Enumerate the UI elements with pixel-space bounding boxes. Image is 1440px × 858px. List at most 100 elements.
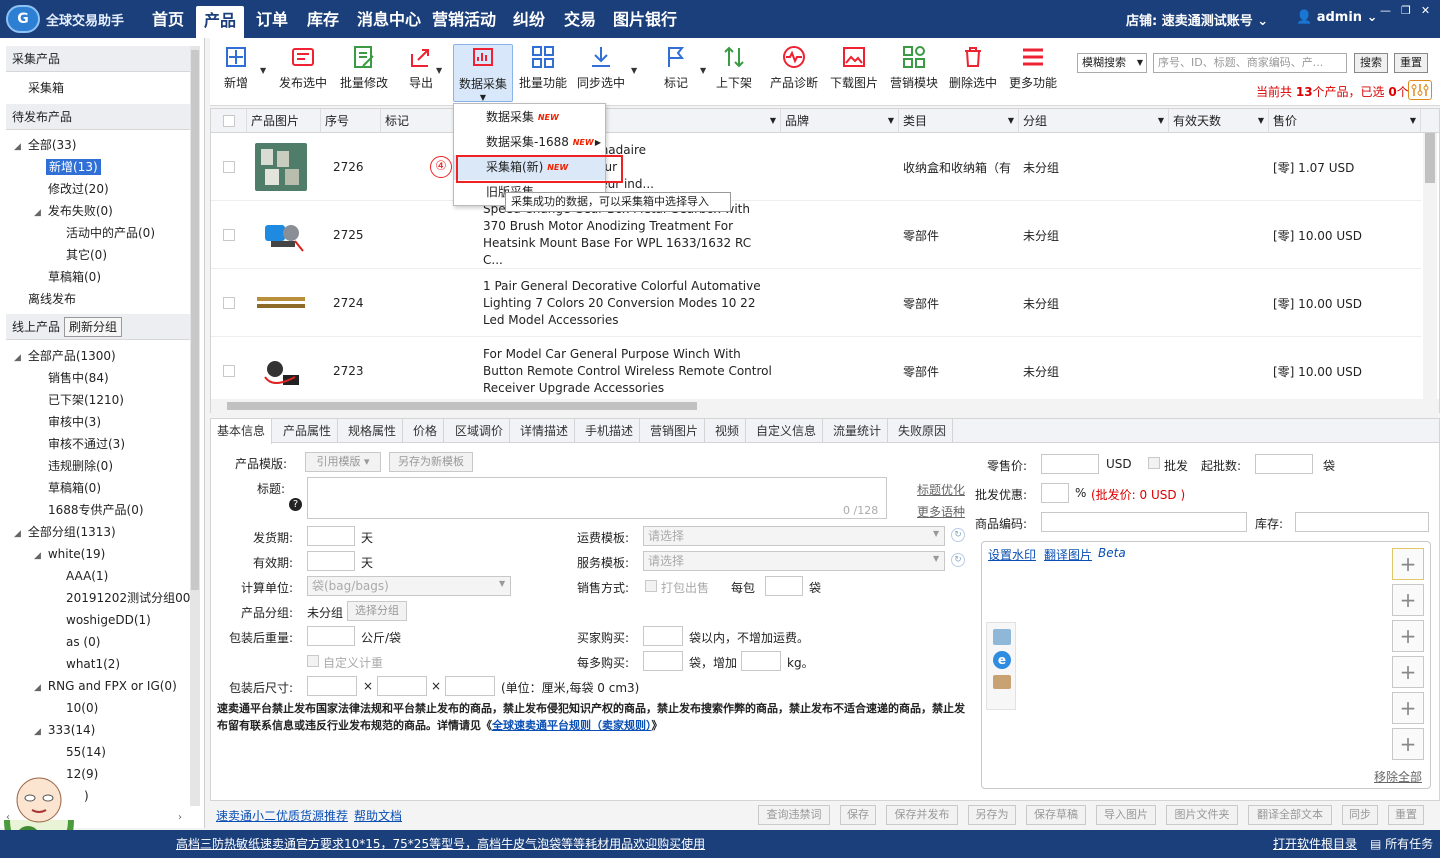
col-category[interactable]: 类目 ▼	[899, 109, 1019, 133]
tree-group-55[interactable]: 55(14)	[66, 741, 106, 763]
size-length-input[interactable]	[307, 676, 357, 696]
more-languages-link[interactable]: 更多语种	[917, 503, 965, 520]
sidebar-item-collect-box[interactable]: 采集箱	[28, 77, 64, 99]
sync-dropdown-icon[interactable]: ▼	[631, 66, 637, 75]
custom-weight-checkbox[interactable]	[307, 655, 319, 667]
col-price[interactable]: 售价 ▼	[1269, 109, 1421, 133]
open-root-dir-link[interactable]: 打开软件根目录	[1273, 830, 1357, 858]
each-more-input[interactable]	[643, 651, 683, 671]
tab-detail-desc[interactable]: 详情描述	[514, 419, 576, 443]
tree-pending-fail[interactable]: ◢ 发布失败(0)	[34, 200, 113, 224]
row-checkbox[interactable]	[223, 269, 235, 337]
folder-image-icon[interactable]	[993, 629, 1011, 645]
search-input[interactable]: 序号、ID、标题、商家编码、产...	[1153, 53, 1347, 73]
tree-online-reject[interactable]: 审核不通过(3)	[48, 433, 125, 455]
close-icon[interactable]: ✕	[1421, 4, 1430, 17]
tree-group-10[interactable]: 10(0)	[66, 697, 98, 719]
col-image[interactable]: 产品图片	[247, 109, 321, 133]
unit-select[interactable]: 袋(bag/bags)	[307, 576, 511, 596]
add-kg-input[interactable]	[741, 651, 781, 671]
listing-toggle-button[interactable]: 上下架	[714, 44, 754, 102]
col-seq[interactable]: 序号	[321, 109, 381, 133]
reset-form-button[interactable]: 重置	[1388, 805, 1424, 825]
minimize-icon[interactable]: —	[1380, 4, 1391, 17]
image-folder-button[interactable]: 图片文件夹	[1166, 805, 1238, 825]
table-row[interactable]: 2723 For Model Car General Purpose Winch…	[211, 337, 1421, 405]
retail-price-input[interactable]	[1041, 454, 1099, 474]
tree-online-draft[interactable]: 草稿箱(0)	[48, 477, 101, 499]
grid-hscrollbar[interactable]	[211, 399, 1439, 413]
nav-home[interactable]: 首页	[152, 8, 184, 32]
size-height-input[interactable]	[445, 676, 495, 696]
refresh-icon[interactable]: ↻	[951, 553, 965, 567]
tree-offline[interactable]: 离线发布	[28, 288, 76, 310]
add-button[interactable]: 新增	[218, 44, 254, 102]
save-template-button[interactable]: 另存为新模板	[389, 452, 473, 472]
restore-icon[interactable]: ❐	[1401, 4, 1411, 17]
col-brand[interactable]: 品牌 ▼	[781, 109, 899, 133]
menu-item-data-collect-1688[interactable]: 数据采集-1688 NEW ▶	[454, 130, 605, 155]
delete-selected-button[interactable]: 删除选中	[947, 44, 999, 102]
nav-trade[interactable]: 交易	[564, 8, 596, 32]
service-template-select[interactable]: 请选择	[643, 551, 945, 571]
tree-pending-modified[interactable]: 修改过(20)	[48, 178, 109, 200]
title-input[interactable]	[307, 477, 887, 519]
rules-link[interactable]: 全球速卖通平台规则（卖家规则）	[492, 719, 652, 732]
product-thumbnail[interactable]	[255, 337, 307, 405]
nav-image-bank[interactable]: 图片银行	[613, 8, 677, 32]
checkbox[interactable]	[223, 115, 235, 127]
add-image-button[interactable]: +	[1392, 548, 1424, 580]
tree-pending-other[interactable]: 其它(0)	[66, 244, 107, 266]
publish-selected-button[interactable]: 发布选中	[276, 44, 330, 102]
tab-basic-info[interactable]: 基本信息	[211, 419, 273, 444]
table-row[interactable]: 2726 t de la boîte hebdomadairengement o…	[211, 133, 1421, 201]
tab-region-price[interactable]: 区域调价	[449, 419, 511, 443]
tree-pending-active[interactable]: 活动中的产品(0)	[66, 222, 155, 244]
picture-icon[interactable]	[993, 675, 1011, 689]
product-thumbnail[interactable]	[255, 133, 307, 201]
tab-marketing-images[interactable]: 营销图片	[644, 419, 706, 443]
remove-all-link[interactable]: 移除全部	[1374, 768, 1422, 785]
save-publish-button[interactable]: 保存并发布	[886, 805, 958, 825]
tab-spec-attrs[interactable]: 规格属性	[342, 419, 404, 443]
import-image-button[interactable]: 导入图片	[1096, 805, 1156, 825]
tab-video[interactable]: 视频	[709, 419, 747, 443]
ad-ticker[interactable]: 高档三防热敏纸速卖通官方要求10*15，75*25等型号，高档牛皮气泡袋等等耗材…	[176, 830, 705, 858]
nav-inventory[interactable]: 库存	[307, 8, 339, 32]
add-image-button[interactable]: +	[1392, 728, 1424, 760]
supplier-link[interactable]: 速卖通小二优质货源推荐	[216, 807, 348, 824]
freight-template-select[interactable]: 请选择	[643, 526, 945, 546]
scrollbar-thumb[interactable]	[191, 50, 199, 590]
sync-button[interactable]: 同步	[1342, 805, 1378, 825]
nav-order[interactable]: 订单	[256, 8, 288, 32]
sidebar-section-pending[interactable]: 待发布产品	[6, 104, 192, 130]
product-diagnose-button[interactable]: 产品诊断	[768, 44, 820, 102]
help-icon[interactable]: ?	[289, 498, 302, 511]
add-image-button[interactable]: +	[1392, 584, 1424, 616]
nav-product[interactable]: 产品	[196, 6, 245, 38]
add-dropdown-icon[interactable]: ▼	[260, 66, 266, 75]
size-width-input[interactable]	[377, 676, 427, 696]
refresh-group-button[interactable]: 刷新分组	[64, 316, 123, 337]
tree-online-exclusive[interactable]: 1688专供产品(0)	[48, 499, 144, 521]
shop-selector[interactable]: 店铺: 速卖通测试账号 ⌄	[1126, 10, 1268, 29]
ship-days-input[interactable]	[307, 526, 355, 546]
wholesale-checkbox[interactable]	[1148, 457, 1160, 469]
save-button[interactable]: 保存	[840, 805, 876, 825]
tree-group-more[interactable]: )	[84, 785, 89, 807]
select-all-checkbox[interactable]	[211, 109, 247, 133]
col-group[interactable]: 分组 ▼	[1019, 109, 1169, 133]
min-qty-input[interactable]	[1255, 454, 1313, 474]
select-group-button[interactable]: 选择分组	[347, 601, 407, 621]
add-image-button[interactable]: +	[1392, 620, 1424, 652]
user-menu[interactable]: 👤 admin ⌄	[1296, 10, 1378, 25]
tree-pending-all[interactable]: ◢ 全部(33)	[14, 134, 76, 158]
add-image-button[interactable]: +	[1392, 656, 1424, 688]
filter-settings-icon[interactable]	[1408, 80, 1432, 100]
tab-product-attrs[interactable]: 产品属性	[277, 419, 339, 443]
refresh-icon[interactable]: ↻	[951, 528, 965, 542]
grid-vscrollbar[interactable]	[1423, 133, 1437, 399]
data-collect-button[interactable]: 数据采集 ▼	[453, 44, 513, 102]
save-as-button[interactable]: 另存为	[968, 805, 1016, 825]
tab-mobile-desc[interactable]: 手机描述	[579, 419, 641, 443]
